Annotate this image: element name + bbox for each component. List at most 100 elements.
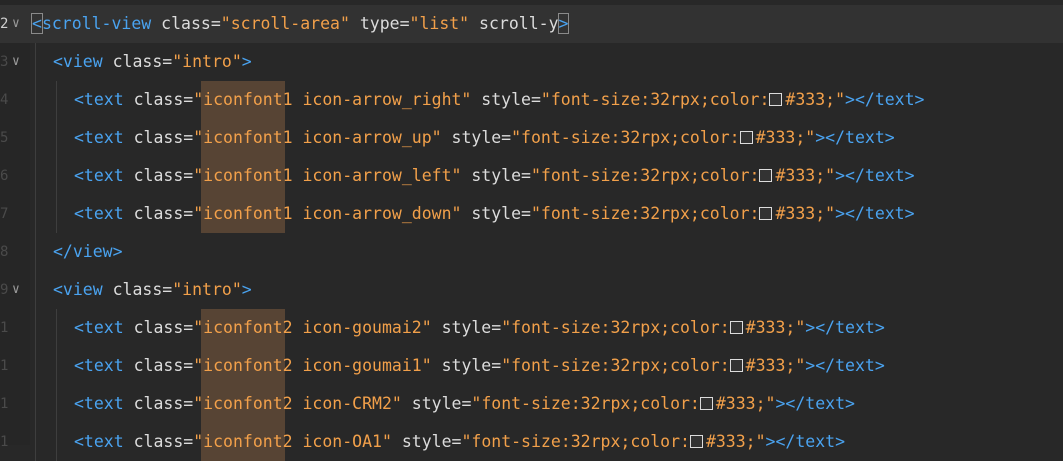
- code-token: style=: [391, 432, 462, 451]
- code-token: ></text>: [815, 128, 895, 147]
- line-number: 3: [0, 54, 8, 70]
- code-line[interactable]: 6 <text class="iconfont1 icon-arrow_left"…: [0, 157, 1063, 195]
- code-token: #333;": [755, 128, 816, 147]
- color-swatch-icon[interactable]: [729, 321, 743, 334]
- code-token: "font-size:32rpx;color:: [511, 128, 740, 147]
- code-line[interactable]: 8 </view>: [0, 233, 1063, 271]
- code-line[interactable]: 3 ∨ <view class="intro">: [0, 43, 1063, 81]
- code-line[interactable]: 4 <text class="iconfont1 icon-arrow_right…: [0, 81, 1063, 119]
- line-number: 11: [0, 358, 8, 374]
- code-token: <text: [74, 128, 124, 147]
- code-token: >: [241, 52, 252, 71]
- code-token: <text: [74, 394, 124, 413]
- code-line[interactable]: 10 <text class="iconfont2 icon-goumai2" s…: [0, 309, 1063, 347]
- code-token: </view>: [53, 242, 123, 261]
- code-token: <text: [74, 356, 124, 375]
- code-line[interactable]: 9 ∨ <view class="intro">: [0, 271, 1063, 309]
- code-token: #333;": [715, 394, 776, 413]
- code-line[interactable]: 7 <text class="iconfont1 icon-arrow_down"…: [0, 195, 1063, 233]
- code-token: "iconfont1 icon-arrow_left": [193, 166, 462, 185]
- color-swatch-icon[interactable]: [759, 207, 773, 220]
- color-swatch-icon[interactable]: [759, 169, 773, 182]
- indent-guide: [56, 423, 57, 461]
- code-text: <text class="iconfont2 icon-CRM2" style=…: [74, 385, 855, 423]
- code-token: "font-size:32rpx;color:: [501, 356, 730, 375]
- code-token: "iconfont2 icon-goumai1": [193, 356, 432, 375]
- indent-guide: [35, 385, 36, 423]
- code-token: scroll-y: [469, 14, 559, 33]
- line-number: 9: [0, 282, 8, 298]
- code-text: </view>: [53, 233, 123, 271]
- code-token: class=: [102, 52, 173, 71]
- code-token: class=: [123, 356, 194, 375]
- color-swatch-icon[interactable]: [689, 435, 703, 448]
- code-text: <view class="intro">: [53, 271, 252, 309]
- code-line[interactable]: 2 ∨ <scroll-view class="scroll-area" type=…: [0, 5, 1063, 43]
- code-token: class=: [123, 432, 194, 451]
- code-token: "font-size:32rpx;color:: [471, 394, 700, 413]
- code-token: style=: [431, 356, 502, 375]
- code-token: ></text>: [805, 356, 885, 375]
- code-token: style=: [461, 166, 531, 185]
- color-swatch-icon[interactable]: [769, 93, 783, 106]
- code-token: "font-size:32rpx;color:: [461, 432, 690, 451]
- code-line[interactable]: 11 <text class="iconfont2 icon-goumai1" s…: [0, 347, 1063, 385]
- code-token: <text: [74, 90, 124, 109]
- color-swatch-icon[interactable]: [739, 131, 753, 144]
- chevron-down-icon[interactable]: ∨: [12, 43, 20, 81]
- code-text: <view class="intro">: [53, 43, 252, 81]
- code-line[interactable]: 12 <text class="iconfont2 icon-CRM2" styl…: [0, 385, 1063, 423]
- code-editor[interactable]: 2 ∨ <scroll-view class="scroll-area" type=…: [0, 0, 1063, 461]
- line-number: 13: [0, 434, 8, 450]
- code-token: style=: [471, 90, 541, 109]
- code-token: >: [241, 280, 252, 299]
- code-text: <text class="iconfont2 icon-OA1" style="…: [74, 423, 845, 461]
- code-token: #333;": [775, 166, 836, 185]
- line-number: 8: [0, 244, 8, 260]
- chevron-down-icon[interactable]: ∨: [12, 5, 20, 43]
- indent-guide: [56, 385, 57, 423]
- code-token: "iconfont2 icon-OA1": [193, 432, 392, 451]
- code-token: >: [557, 13, 570, 34]
- indent-guide: [56, 157, 57, 195]
- code-token: #333;": [785, 90, 846, 109]
- line-number: 4: [0, 92, 8, 108]
- code-token: ></text>: [835, 166, 915, 185]
- line-number: 5: [0, 130, 8, 146]
- indent-guide: [35, 233, 36, 271]
- code-token: style=: [461, 204, 531, 223]
- line-number: 10: [0, 320, 8, 336]
- code-token: "list": [409, 14, 470, 33]
- code-token: class=: [102, 280, 173, 299]
- code-token: "iconfont1 icon-arrow_right": [193, 90, 472, 109]
- indent-guide: [56, 309, 57, 347]
- code-token: class=: [151, 14, 221, 33]
- code-token: "intro": [172, 280, 242, 299]
- indent-guide: [35, 43, 36, 81]
- chevron-down-icon[interactable]: ∨: [12, 271, 20, 309]
- code-text: <text class="iconfont2 icon-goumai2" sty…: [74, 309, 885, 347]
- line-number: 12: [0, 396, 8, 412]
- code-token: ></text>: [775, 394, 855, 413]
- line-number: 2: [0, 16, 8, 32]
- code-token: class=: [123, 90, 194, 109]
- code-text: <text class="iconfont1 icon-arrow_right"…: [74, 81, 925, 119]
- indent-guide: [35, 195, 36, 233]
- color-swatch-icon[interactable]: [729, 359, 743, 372]
- code-text: <scroll-view class="scroll-area" type="l…: [31, 5, 570, 43]
- code-token: <text: [74, 318, 124, 337]
- code-token: "font-size:32rpx;color:: [501, 318, 730, 337]
- indent-guide: [56, 347, 57, 385]
- indent-guide: [56, 81, 57, 119]
- code-token: "intro": [172, 52, 242, 71]
- code-token: "font-size:32rpx;color:: [530, 166, 760, 185]
- code-line[interactable]: 5 <text class="iconfont1 icon-arrow_up" s…: [0, 119, 1063, 157]
- indent-guide: [56, 119, 57, 157]
- code-token: #333;": [775, 204, 836, 223]
- code-token: <view: [53, 52, 103, 71]
- code-token: class=: [123, 318, 194, 337]
- code-text: <text class="iconfont1 icon-arrow_left" …: [74, 157, 915, 195]
- color-swatch-icon[interactable]: [699, 397, 713, 410]
- code-line[interactable]: 13 <text class="iconfont2 icon-OA1" style…: [0, 423, 1063, 461]
- code-token: class=: [123, 166, 194, 185]
